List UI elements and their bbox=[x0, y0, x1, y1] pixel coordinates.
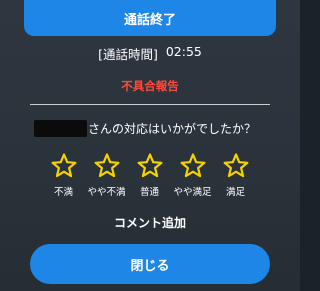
rating-label: 満足 bbox=[225, 187, 245, 198]
rating-option-5[interactable]: 満足 bbox=[218, 152, 253, 198]
call-duration-value: 02:55 bbox=[165, 44, 202, 59]
question-text: さんの対応はいかがでしたか？ bbox=[88, 121, 257, 136]
divider bbox=[30, 104, 270, 105]
rating-label: 不満 bbox=[53, 187, 73, 198]
rating-option-3[interactable]: 普通 bbox=[132, 152, 167, 198]
star-icon bbox=[179, 152, 207, 180]
star-icon bbox=[136, 152, 164, 180]
rating-label: やや不満 bbox=[87, 187, 126, 198]
dialog-header: 通話終了 bbox=[24, 0, 276, 36]
dialog-title: 通話終了 bbox=[123, 12, 176, 28]
close-button[interactable]: 閉じる bbox=[30, 244, 270, 284]
satisfaction-question: さんの対応はいかがでしたか？ bbox=[34, 118, 256, 138]
rating-option-4[interactable]: やや満足 bbox=[173, 152, 212, 198]
star-icon bbox=[93, 152, 121, 180]
star-icon bbox=[50, 152, 78, 180]
rating-option-2[interactable]: やや不満 bbox=[87, 152, 126, 198]
report-issue-link[interactable]: 不具合報告 bbox=[0, 78, 300, 94]
call-duration-label: [通話時間] bbox=[98, 47, 158, 62]
redacted-operator-name bbox=[34, 119, 87, 137]
rating-options: 不満 やや不満 普通 やや満足 満足 bbox=[46, 152, 253, 198]
call-duration: [通話時間] 02:55 bbox=[0, 44, 300, 63]
rating-option-1[interactable]: 不満 bbox=[46, 152, 81, 198]
add-comment-button[interactable]: コメント追加 bbox=[0, 214, 300, 231]
call-ended-screen: 通話終了 [通話時間] 02:55 不具合報告 さんの対応はいかがでしたか？ 不… bbox=[0, 0, 300, 291]
close-button-label: 閉じる bbox=[130, 258, 170, 274]
rating-label: やや満足 bbox=[173, 187, 212, 198]
star-icon bbox=[222, 152, 250, 180]
rating-label: 普通 bbox=[139, 187, 159, 198]
